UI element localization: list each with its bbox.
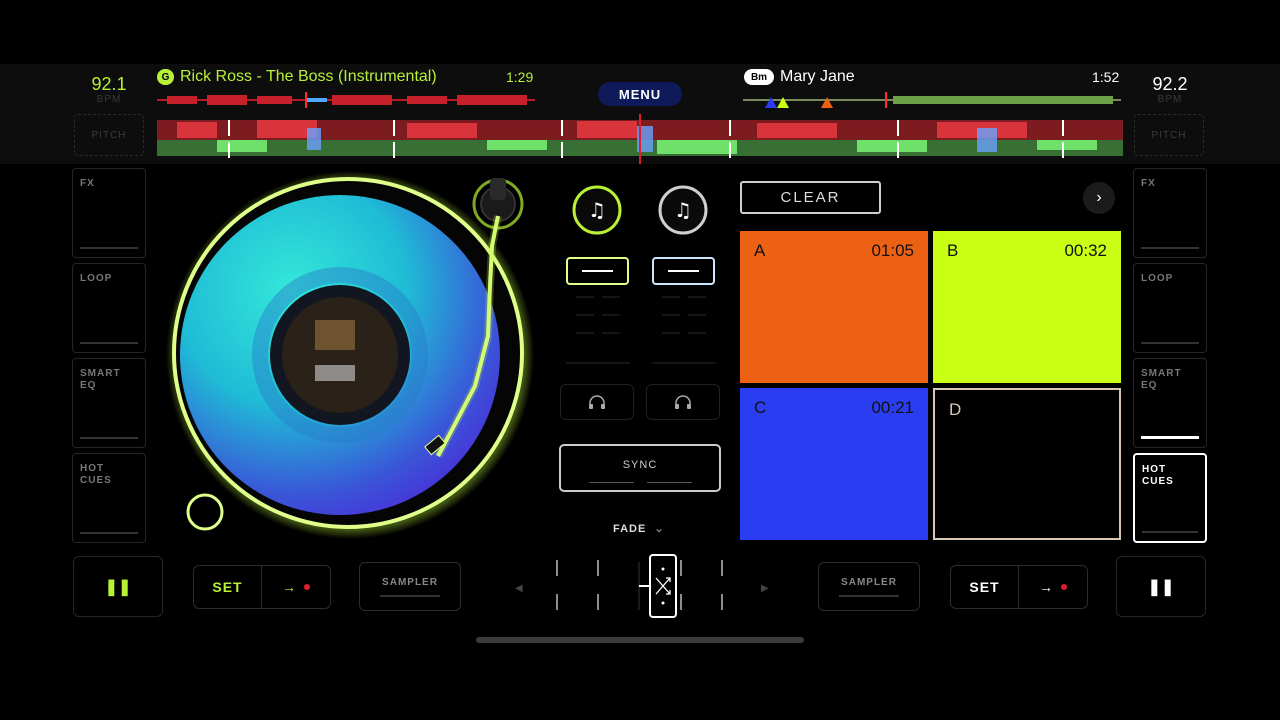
right-play-pause-button[interactable]: ❚❚ (1116, 556, 1206, 617)
right-smart-eq-label: SMART EQ (1141, 368, 1182, 391)
left-loop-label: LOOP (80, 273, 113, 284)
record-dot-icon (1061, 584, 1067, 590)
cue-pad-letter: D (949, 400, 962, 419)
left-fx-pane[interactable]: FX (72, 168, 146, 258)
next-page-button[interactable]: › (1083, 182, 1115, 214)
cue-pad-b[interactable]: B 00:32 (933, 231, 1121, 383)
fade-label: FADE (613, 523, 647, 535)
left-fx-label: FX (80, 178, 95, 189)
chevron-down-icon: ⌄ (654, 523, 665, 535)
pause-icon: ❚❚ (1147, 578, 1175, 596)
left-volume-fader[interactable] (566, 257, 630, 367)
right-headphone-cue-button[interactable] (646, 384, 720, 420)
right-smart-eq-pane[interactable]: SMART EQ (1133, 358, 1207, 448)
right-hot-cues-pane[interactable]: HOT CUES (1133, 453, 1207, 543)
right-fx-pane[interactable]: FX (1133, 168, 1207, 258)
left-jump-button[interactable]: → (262, 566, 330, 608)
svg-text:♫: ♫ (674, 198, 692, 222)
headphones-icon (589, 395, 605, 409)
left-loop-bar (80, 342, 138, 344)
left-sampler-label: SAMPLER (382, 577, 438, 588)
right-sampler-label: SAMPLER (841, 577, 897, 588)
headphones-icon (675, 395, 691, 409)
left-smart-eq-bar (80, 437, 138, 439)
left-bpm-display: 92.1 BPM (74, 74, 144, 105)
left-hot-cues-bar (80, 532, 138, 534)
right-set-button[interactable]: SET (951, 566, 1019, 608)
left-cue-set-group: SET → (193, 565, 331, 609)
cue-pad-time: 01:05 (871, 241, 914, 260)
right-hot-cues-label: HOT CUES (1142, 464, 1174, 487)
cue-pad-time: 00:21 (871, 398, 914, 417)
crossfader[interactable]: ◀ ▶ (505, 552, 775, 620)
fade-mode-selector[interactable]: FADE ⌄ (613, 522, 665, 535)
left-pitch-button[interactable]: PITCH (74, 114, 144, 156)
record-dot-icon (304, 584, 310, 590)
menu-button[interactable]: MENU (598, 82, 682, 106)
pause-icon: ❚❚ (104, 578, 132, 596)
home-indicator[interactable] (476, 637, 804, 643)
right-cue-set-group: SET → (950, 565, 1088, 609)
cue-pad-c[interactable]: C 00:21 (740, 388, 928, 540)
left-track-title: Rick Ross - The Boss (Instrumental) (180, 68, 437, 85)
chevron-right-icon: › (1096, 189, 1102, 206)
svg-text:♫: ♫ (588, 198, 606, 222)
left-sampler-button[interactable]: SAMPLER (359, 562, 461, 611)
right-jump-button[interactable]: → (1019, 566, 1087, 608)
right-hot-cues-bar (1142, 531, 1198, 533)
right-fx-label: FX (1141, 178, 1156, 189)
right-volume-fader[interactable] (652, 257, 716, 367)
left-track-select-button[interactable]: ♫ (572, 185, 622, 235)
left-tonearm[interactable] (420, 176, 540, 466)
cue-pad-d[interactable]: D (933, 388, 1121, 540)
right-bpm-display: 92.2 BPM (1135, 74, 1205, 105)
right-bpm-value: 92.2 (1152, 74, 1188, 94)
right-track-select-button[interactable]: ♫ (658, 185, 708, 235)
right-track-title: Mary Jane (780, 68, 855, 85)
left-key-badge: G (157, 69, 174, 85)
sync-label: SYNC (622, 459, 658, 471)
left-track-time: 1:29 (506, 69, 534, 85)
arrow-right-icon: → (1039, 579, 1053, 595)
right-pitch-button[interactable]: PITCH (1134, 114, 1204, 156)
left-bpm-value: 92.1 (91, 74, 127, 94)
sync-button[interactable]: SYNC (559, 444, 721, 492)
right-loop-pane[interactable]: LOOP (1133, 263, 1207, 353)
left-set-button[interactable]: SET (194, 566, 262, 608)
clear-cues-button[interactable]: CLEAR (740, 181, 881, 214)
right-arrow-icon: ▶ (761, 583, 769, 594)
left-headphone-cue-button[interactable] (560, 384, 634, 420)
left-smart-eq-label: SMART EQ (80, 368, 121, 391)
left-arrow-icon: ◀ (515, 583, 523, 594)
left-hot-cues-pane[interactable]: HOT CUES (72, 453, 146, 543)
left-smart-eq-pane[interactable]: SMART EQ (72, 358, 146, 448)
right-overview-waveform[interactable] (743, 92, 1121, 108)
right-track-header: Bm Mary Jane (744, 68, 855, 86)
cue-pad-a[interactable]: A 01:05 (740, 231, 928, 383)
right-sampler-button[interactable]: SAMPLER (818, 562, 920, 611)
right-bpm-unit: BPM (1157, 94, 1183, 105)
main-waveform[interactable] (157, 114, 1123, 164)
left-loop-pane[interactable]: LOOP (72, 263, 146, 353)
left-track-header: G Rick Ross - The Boss (Instrumental) (157, 68, 437, 86)
left-hot-cues-label: HOT CUES (80, 463, 112, 486)
right-loop-label: LOOP (1141, 273, 1174, 284)
arrow-right-icon: → (282, 579, 296, 595)
cue-pad-letter: A (754, 241, 766, 260)
cue-pad-time: 00:32 (1064, 241, 1107, 260)
left-fx-bar (80, 247, 138, 249)
cue-pad-letter: B (947, 241, 959, 260)
cue-pad-letter: C (754, 398, 767, 417)
right-fx-bar (1141, 247, 1199, 249)
left-bpm-unit: BPM (96, 94, 122, 105)
right-key-badge: Bm (744, 69, 774, 85)
left-overview-waveform[interactable] (157, 92, 535, 108)
right-smart-eq-bar (1141, 436, 1199, 439)
left-play-pause-button[interactable]: ❚❚ (73, 556, 163, 617)
right-track-time: 1:52 (1092, 69, 1120, 85)
right-loop-bar (1141, 342, 1199, 344)
